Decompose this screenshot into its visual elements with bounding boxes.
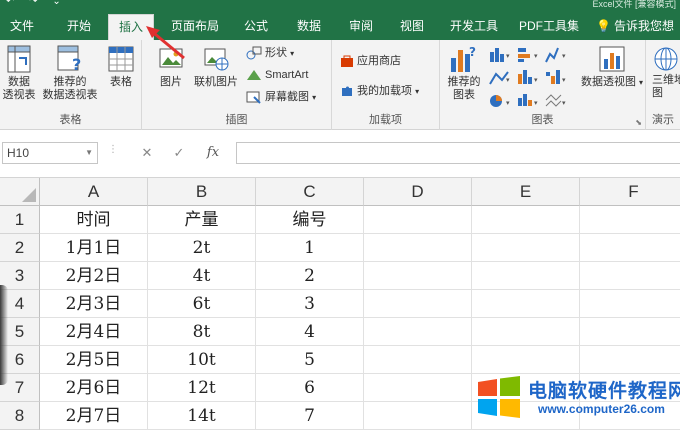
column-header-f[interactable]: F <box>580 178 680 206</box>
cell-d3[interactable] <box>364 262 472 290</box>
cell-b7[interactable]: 12t <box>148 374 256 402</box>
cell-d7[interactable] <box>364 374 472 402</box>
cell-e6[interactable] <box>472 346 580 374</box>
cell-f4[interactable] <box>580 290 680 318</box>
cell-a2[interactable]: 1月1日 <box>40 234 148 262</box>
separator-dots-icon[interactable]: ⋮ <box>108 144 118 155</box>
cell-f1[interactable] <box>580 206 680 234</box>
column-header-a[interactable]: A <box>40 178 148 206</box>
cell-b5[interactable]: 8t <box>148 318 256 346</box>
column-header-c[interactable]: C <box>256 178 364 206</box>
cell-a4[interactable]: 2月3日 <box>40 290 148 318</box>
cell-c6[interactable]: 5 <box>256 346 364 374</box>
cell-e5[interactable] <box>472 318 580 346</box>
watermark-url: www.computer26.com <box>538 402 665 416</box>
formula-bar: H10 ▼ ⋮ ✕ ✓ fx <box>0 130 680 178</box>
insert-function-icon[interactable]: fx <box>202 142 224 164</box>
left-edge-shadow <box>0 285 8 385</box>
cell-a1[interactable]: 时间 <box>40 206 148 234</box>
cancel-icon[interactable]: ✕ <box>136 142 158 164</box>
chevron-down-icon: ▼ <box>85 148 93 157</box>
cell-a3[interactable]: 2月2日 <box>40 262 148 290</box>
cell-f6[interactable] <box>580 346 680 374</box>
cell-b2[interactable]: 2t <box>148 234 256 262</box>
cell-d2[interactable] <box>364 234 472 262</box>
cell-b3[interactable]: 4t <box>148 262 256 290</box>
name-box-value: H10 <box>7 146 30 160</box>
cell-f3[interactable] <box>580 262 680 290</box>
cell-c2[interactable]: 1 <box>256 234 364 262</box>
cell-c4[interactable]: 3 <box>256 290 364 318</box>
cell-e2[interactable] <box>472 234 580 262</box>
cell-b6[interactable]: 10t <box>148 346 256 374</box>
watermark-title: 电脑软硬件教程网 <box>528 381 680 402</box>
cell-f5[interactable] <box>580 318 680 346</box>
cell-a5[interactable]: 2月4日 <box>40 318 148 346</box>
cell-c3[interactable]: 2 <box>256 262 364 290</box>
cell-a6[interactable]: 2月5日 <box>40 346 148 374</box>
cell-a8[interactable]: 2月7日 <box>40 402 148 430</box>
name-box[interactable]: H10 ▼ <box>2 142 98 164</box>
cell-d4[interactable] <box>364 290 472 318</box>
select-all-triangle-icon <box>22 188 36 202</box>
cell-c1[interactable]: 编号 <box>256 206 364 234</box>
cell-d5[interactable] <box>364 318 472 346</box>
row-header-8[interactable]: 8 <box>0 402 40 430</box>
windows-logo-icon <box>478 376 520 418</box>
cell-b1[interactable]: 产量 <box>148 206 256 234</box>
cell-e3[interactable] <box>472 262 580 290</box>
cell-e1[interactable] <box>472 206 580 234</box>
cell-d6[interactable] <box>364 346 472 374</box>
cell-b8[interactable]: 14t <box>148 402 256 430</box>
column-header-d[interactable]: D <box>364 178 472 206</box>
cell-d1[interactable] <box>364 206 472 234</box>
cell-d8[interactable] <box>364 402 472 430</box>
cell-c7[interactable]: 6 <box>256 374 364 402</box>
watermark: 电脑软硬件教程网 www.computer26.com <box>472 372 680 430</box>
row-header-2[interactable]: 2 <box>0 234 40 262</box>
row-header-1[interactable]: 1 <box>0 206 40 234</box>
column-header-b[interactable]: B <box>148 178 256 206</box>
cell-b4[interactable]: 6t <box>148 290 256 318</box>
select-all-button[interactable] <box>0 178 40 206</box>
confirm-icon[interactable]: ✓ <box>168 142 190 164</box>
cell-c5[interactable]: 4 <box>256 318 364 346</box>
cell-f2[interactable] <box>580 234 680 262</box>
cell-c8[interactable]: 7 <box>256 402 364 430</box>
cell-a7[interactable]: 2月6日 <box>40 374 148 402</box>
formula-input[interactable] <box>236 142 680 164</box>
column-header-e[interactable]: E <box>472 178 580 206</box>
cell-e4[interactable] <box>472 290 580 318</box>
